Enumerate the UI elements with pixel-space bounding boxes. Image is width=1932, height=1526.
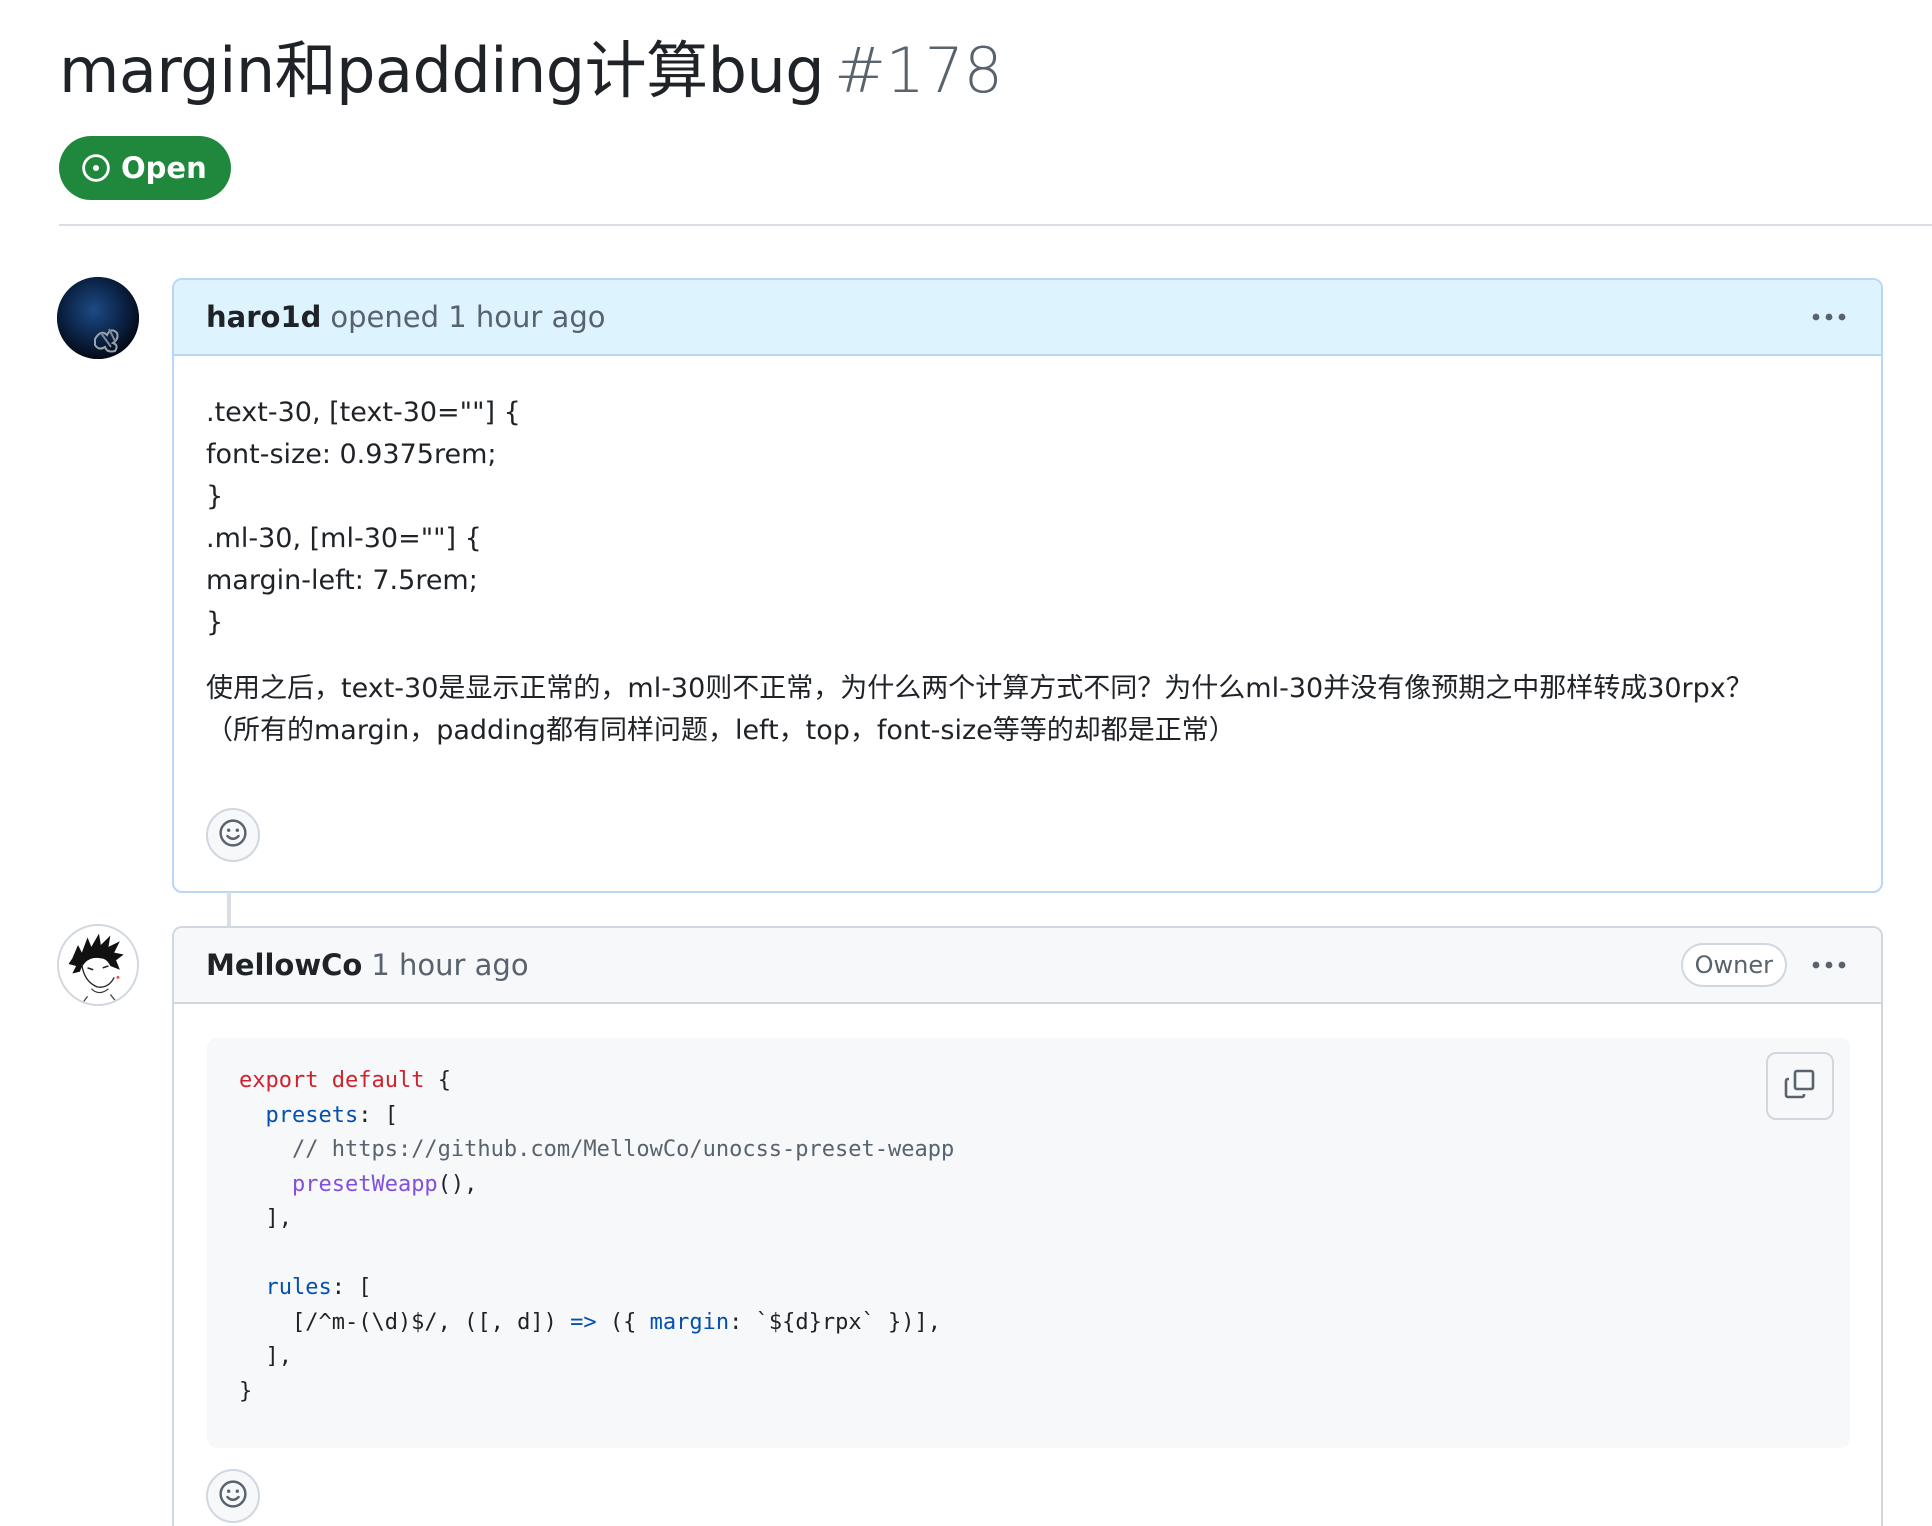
add-reaction-button[interactable] — [206, 1469, 260, 1523]
comment-author-link[interactable]: MellowCo — [206, 948, 362, 982]
comment-body: .text-30, [text-30=""] { font-size: 0.93… — [174, 356, 1881, 752]
body-line: } — [206, 607, 224, 638]
code-line: ], — [239, 1344, 292, 1369]
paragraph-line: 使用之后，text-30是显示正常的，ml-30则不正常，为什么两个计算方式不同… — [206, 673, 1753, 704]
paragraph-line: （所有的margin，padding都有同样问题，left，top，font-s… — [206, 715, 1236, 746]
comment-header: MellowCo 1 hour ago Owner — [174, 928, 1881, 1004]
comment-reply: MellowCo 1 hour ago Owner export default… — [172, 926, 1883, 1526]
code-content: export default { presets: [ // https://g… — [239, 1064, 1818, 1409]
issue-opened-icon — [81, 153, 111, 183]
code-line: [/^m-(\d)$/, ([, d]) => ({ margin: `${d}… — [239, 1309, 942, 1335]
code-line: rules: [ — [265, 1275, 372, 1300]
code-line: presetWeapp(), — [291, 1171, 478, 1197]
body-line: font-size: 0.9375rem; — [206, 439, 497, 470]
code-line: presets: [ — [265, 1102, 398, 1128]
code-line: } — [239, 1378, 253, 1404]
comment-header-actions: Owner — [1680, 943, 1851, 987]
smiley-icon — [218, 818, 248, 852]
code-line: // https://github.com/MellowCo/unocss-pr… — [291, 1137, 955, 1162]
body-line: } — [206, 481, 224, 512]
issue-number: #178 — [834, 34, 1003, 107]
comment-question-paragraph: 使用之后，text-30是显示正常的，ml-30则不正常，为什么两个计算方式不同… — [206, 668, 1849, 752]
comment-header-actions — [1807, 299, 1851, 335]
issue-title-text: margin和padding计算bug — [59, 34, 825, 107]
code-line: export default { — [239, 1068, 451, 1093]
issue-header: margin和padding计算bug #178 Open — [59, 28, 1932, 226]
copy-icon — [1784, 1068, 1816, 1104]
body-line: margin-left: 7.5rem; — [206, 565, 478, 596]
issue-state-badge: Open — [59, 136, 231, 200]
comment-css-snippet: .text-30, [text-30=""] { font-size: 0.93… — [206, 392, 1849, 644]
comment-timestamp[interactable]: opened 1 hour ago — [330, 300, 605, 334]
comment-author-link[interactable]: haro1d — [206, 300, 321, 334]
copy-code-button[interactable] — [1766, 1052, 1834, 1120]
issue-state-label: Open — [121, 151, 207, 185]
code-line: ], — [239, 1206, 292, 1231]
comment-header: haro1d opened 1 hour ago — [174, 280, 1881, 356]
avatar-mellowco[interactable] — [57, 924, 139, 1006]
kebab-horizontal-icon[interactable] — [1807, 947, 1851, 983]
smiley-icon — [218, 1479, 248, 1513]
body-line: .text-30, [text-30=""] { — [206, 397, 521, 428]
add-reaction-button[interactable] — [206, 808, 260, 862]
issue-title: margin和padding计算bug #178 — [59, 28, 1932, 114]
owner-role-badge: Owner — [1680, 943, 1787, 987]
timeline-connector — [227, 892, 231, 926]
issue-page: margin和padding计算bug #178 Open haro1d ope… — [0, 0, 1932, 1526]
body-line: .ml-30, [ml-30=""] { — [206, 523, 482, 554]
code-block: export default { presets: [ // https://g… — [207, 1038, 1850, 1448]
comment-opening: haro1d opened 1 hour ago .text-30, [text… — [172, 278, 1883, 893]
avatar-haro1d[interactable] — [57, 277, 139, 359]
kebab-horizontal-icon[interactable] — [1807, 299, 1851, 335]
comment-timestamp[interactable]: 1 hour ago — [371, 948, 528, 982]
